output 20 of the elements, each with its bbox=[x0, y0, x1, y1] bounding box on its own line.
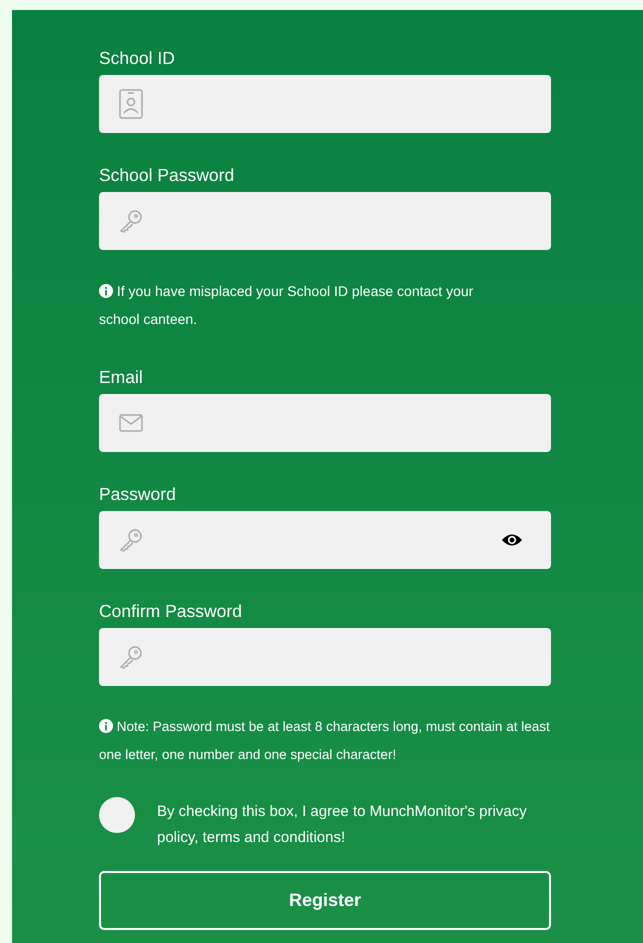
input-field[interactable] bbox=[99, 75, 551, 133]
agree-checkbox[interactable] bbox=[99, 797, 135, 833]
input-field[interactable] bbox=[99, 394, 551, 452]
agreement-text: By checking this box, I agree to MunchMonitor's privacy policy, terms and conditions! bbox=[157, 802, 527, 848]
info-note: Note: Password must be at least 8 characters long, must contain at least one letter, one number and one special character! bbox=[99, 718, 551, 764]
mail-icon bbox=[119, 414, 143, 432]
field-label: Password bbox=[99, 483, 177, 505]
info-note: If you have misplaced your School ID please contact your school canteen. bbox=[99, 282, 474, 329]
field-label: Email bbox=[99, 366, 144, 388]
field-label: School Password bbox=[99, 164, 236, 186]
show-password-icon[interactable] bbox=[501, 532, 523, 548]
field-label: Confirm Password bbox=[99, 600, 243, 622]
id-badge-icon bbox=[119, 89, 143, 119]
input-field[interactable] bbox=[99, 511, 551, 569]
info-icon bbox=[99, 284, 113, 298]
field-label: School ID bbox=[99, 47, 176, 69]
input-field[interactable] bbox=[99, 628, 551, 686]
register-button[interactable]: Register bbox=[99, 871, 551, 930]
info-icon bbox=[99, 719, 113, 733]
input-field[interactable] bbox=[99, 192, 551, 250]
